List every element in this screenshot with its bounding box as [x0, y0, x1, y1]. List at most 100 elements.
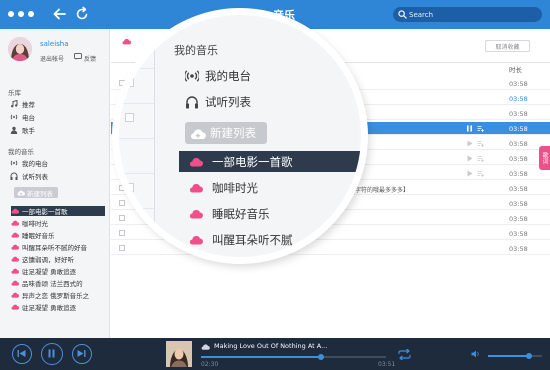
- volume-icon[interactable]: [471, 350, 480, 358]
- current-time: 02:30: [201, 361, 219, 368]
- row-duration: 03:58: [509, 185, 528, 193]
- feedback-link[interactable]: 反馈: [84, 54, 96, 63]
- search-box[interactable]: [393, 7, 542, 22]
- pause-icon[interactable]: [466, 125, 473, 132]
- playlist-label: 异声之恋 俄罗斯音乐之: [22, 292, 90, 300]
- previous-icon: [17, 350, 26, 357]
- duration-column-header[interactable]: 时长: [509, 64, 522, 74]
- add-to-list-icon[interactable]: [477, 140, 484, 147]
- previous-button[interactable]: [12, 344, 32, 364]
- playlist-item[interactable]: 异声之恋 俄罗斯音乐之: [11, 290, 105, 300]
- row-duration: 03:58: [509, 140, 528, 148]
- progress-bar[interactable]: [201, 354, 386, 360]
- progress-knob[interactable]: [318, 354, 325, 360]
- cloud-icon: [11, 304, 19, 310]
- add-to-list-icon[interactable]: [477, 155, 484, 162]
- cloud-icon: [201, 344, 210, 350]
- sidebar-item-radio[interactable]: 电台: [10, 112, 35, 122]
- cloud-icon: [11, 220, 19, 226]
- playlist-item[interactable]: 驻足凝望 勇敢追逐: [11, 266, 105, 276]
- playlist-label: 这慵弱调，好好听: [22, 256, 74, 264]
- magnified-item-trial-list[interactable]: 试听列表: [185, 94, 251, 110]
- magnified-item-my-radio[interactable]: 我的电台: [185, 68, 251, 84]
- sidebar-item-recommend[interactable]: 推荐: [10, 99, 35, 109]
- player-bar: Making Love Out Of Nothing At A... 02:30…: [0, 338, 550, 370]
- row-duration: 03:58: [509, 80, 528, 88]
- play-icon[interactable]: [466, 140, 473, 147]
- cloud-icon: [11, 208, 19, 214]
- feedback-icon[interactable]: [74, 53, 82, 60]
- lyrics-tab[interactable]: 歌词: [539, 146, 550, 170]
- cloud-icon: [11, 280, 19, 286]
- checkbox: [125, 78, 134, 87]
- sidebar-item-trial-list[interactable]: 试听列表: [10, 171, 48, 181]
- volume-knob[interactable]: [525, 353, 532, 359]
- singer-icon: [10, 126, 18, 134]
- playlist-item[interactable]: 睡眠好音乐: [11, 230, 105, 240]
- sidebar: saleisha 退出帐号 反馈 乐库 推荐 电台 歌手 我的音乐 我的电台 试…: [0, 29, 110, 338]
- magnified-playlist-label: 睡眠好音乐: [212, 206, 270, 221]
- playlist-item[interactable]: 一部电影一首歌: [11, 206, 105, 216]
- dot-icon: [28, 11, 34, 17]
- playlist-item[interactable]: 叫醒耳朵听不腻的好音: [11, 242, 105, 252]
- sidebar-item-singers[interactable]: 歌手: [10, 125, 35, 135]
- playlist-item[interactable]: 咖啡时光: [11, 218, 105, 228]
- cloud-icon: [189, 235, 203, 245]
- row-duration: 03:58: [509, 215, 528, 223]
- cancel-collect-button[interactable]: 取消收藏: [485, 40, 530, 52]
- cloud-icon: [189, 183, 203, 193]
- magnified-playlist-item[interactable]: 睡眠好音乐: [179, 203, 361, 224]
- music-note-icon: [11, 100, 18, 108]
- add-to-list-icon[interactable]: [477, 170, 484, 177]
- row-duration: 03:58: [509, 245, 528, 253]
- cloud-icon: [121, 38, 135, 48]
- cloud-plus-icon: [17, 190, 25, 196]
- avatar-image: [8, 37, 32, 61]
- loop-icon[interactable]: [398, 349, 411, 360]
- avatar[interactable]: [8, 37, 32, 61]
- pause-icon: [48, 349, 55, 358]
- magnified-playlist-item[interactable]: 叫醒耳朵听不腻: [179, 229, 361, 250]
- play-icon[interactable]: [466, 155, 473, 162]
- add-to-list-icon[interactable]: [477, 125, 484, 132]
- magnified-playlist-item[interactable]: 一部电影一首歌: [179, 151, 361, 172]
- username[interactable]: saleisha: [40, 40, 69, 48]
- library-header: 乐库: [8, 89, 21, 97]
- list-line: [119, 173, 154, 174]
- next-icon: [77, 350, 86, 357]
- playlist-item[interactable]: 品味香颂 法兰西式的: [11, 278, 105, 288]
- playlist-item[interactable]: 驻足凝望 勇敢追逐: [11, 302, 105, 312]
- next-button[interactable]: [72, 344, 92, 364]
- window-menu-dots[interactable]: [8, 11, 34, 17]
- album-cover-image: [166, 341, 192, 367]
- cloud-icon: [11, 244, 19, 250]
- row-duration: 03:58: [509, 155, 528, 163]
- playlist-item[interactable]: 这慵弱调，好好听: [11, 254, 105, 264]
- magnified-playlist-label: 一部电影一首歌: [212, 154, 293, 169]
- row-duration: 03:58: [509, 125, 528, 133]
- logout-link[interactable]: 退出帐号: [40, 54, 64, 63]
- magnified-playlist-item[interactable]: 咖啡时光: [179, 177, 361, 198]
- row-duration: 03:58: [509, 170, 528, 178]
- sidebar-item-label: 推荐: [22, 101, 35, 109]
- volume-slider[interactable]: [488, 353, 542, 359]
- radio-icon: [10, 160, 18, 166]
- back-arrow-icon[interactable]: [52, 6, 68, 22]
- sidebar-item-my-radio[interactable]: 我的电台: [10, 158, 48, 168]
- new-list-button[interactable]: 新建列表: [14, 187, 58, 198]
- magnified-new-list-button[interactable]: 新建列表: [185, 122, 267, 144]
- album-cover[interactable]: [166, 341, 192, 367]
- magnifier: 我的音乐 我的电台 试听列表 新建列表 一部电影一首歌 咖啡时光 睡眠好音乐 叫醒耳朵…: [112, 8, 368, 264]
- row-actions: [466, 155, 484, 162]
- play-icon[interactable]: [466, 170, 473, 177]
- play-pause-button[interactable]: [41, 343, 63, 365]
- refresh-icon[interactable]: [74, 6, 90, 22]
- cloud-icon: [11, 268, 19, 274]
- dot-icon: [8, 11, 14, 17]
- song-title: Making Love Out Of Nothing At A...: [214, 342, 328, 350]
- magnified-new-list-label: 新建列表: [210, 126, 256, 140]
- checkbox: [125, 218, 134, 227]
- row-actions: [466, 125, 484, 132]
- search-input[interactable]: [409, 8, 537, 21]
- magnified-divider: [154, 15, 155, 257]
